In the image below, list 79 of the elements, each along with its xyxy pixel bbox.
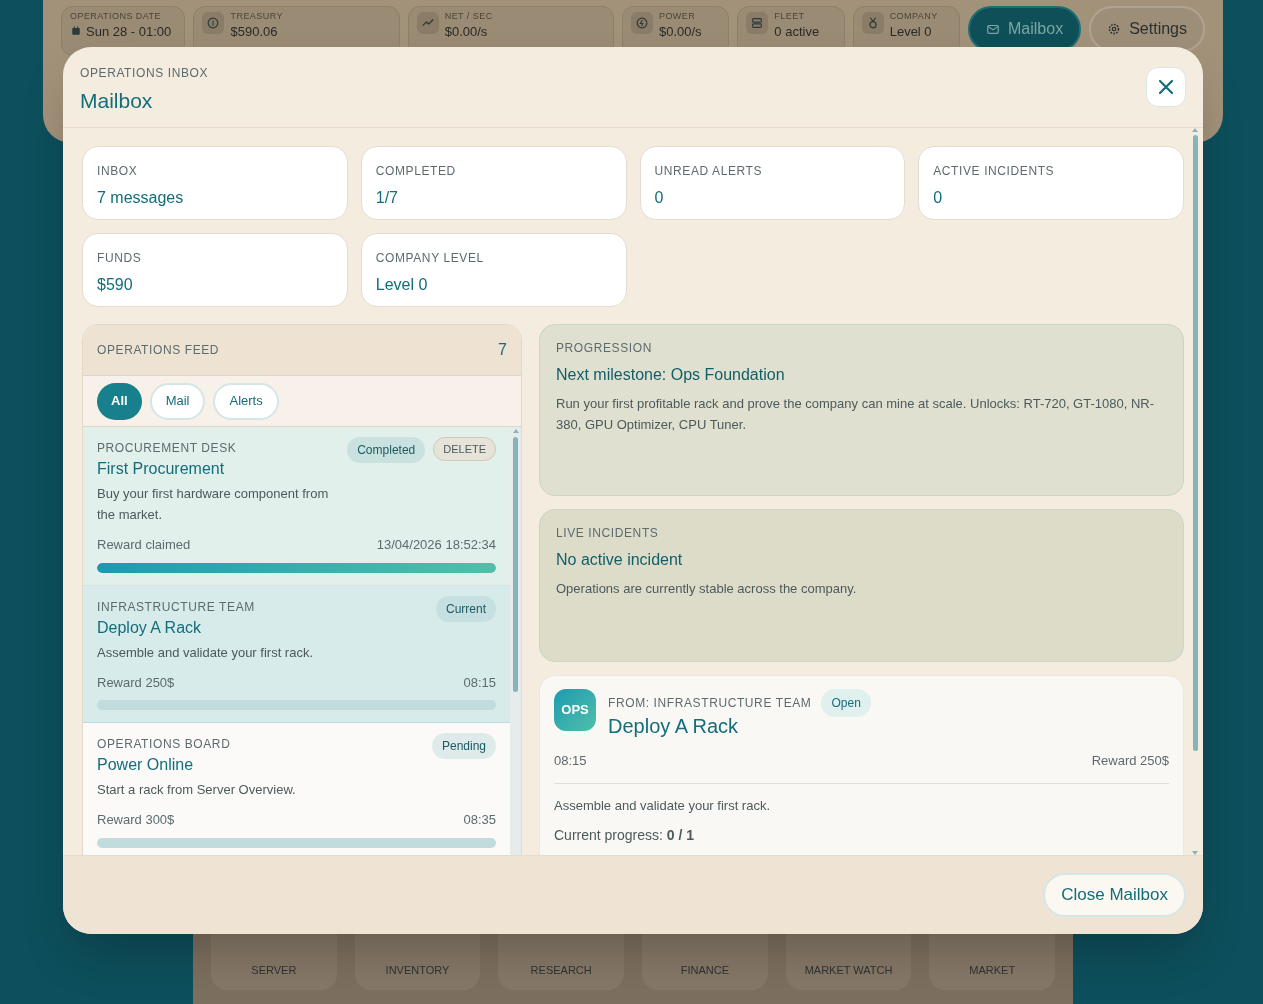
modal-title: Mailbox [80, 88, 154, 114]
message-reward: Reward 250$ [1091, 752, 1169, 770]
status-label: FLEET [774, 10, 806, 23]
close-icon [1158, 79, 1174, 95]
stat-value: 1/7 [375, 188, 399, 208]
filter-tab[interactable]: Mail [149, 382, 206, 420]
card-label: LIVE INCIDENTS [556, 525, 660, 542]
mail-icon [986, 22, 1001, 36]
message-body: Assemble and validate your first rack. [554, 796, 772, 815]
item-time: 08:15 [463, 673, 497, 692]
modal-eyebrow: OPERATIONS INBOX [80, 65, 209, 82]
status-badge: Current [436, 595, 497, 622]
calendar-icon [70, 25, 82, 37]
status-value: Level 0 [889, 23, 932, 39]
top-nav-button[interactable]: Settings [1089, 6, 1205, 52]
status-label: TREASURY [230, 10, 283, 23]
item-body: Buy your first hardware component from the market. [97, 485, 330, 524]
coin-icon [206, 16, 221, 30]
item-reward: Reward 250$ [97, 673, 175, 692]
status-value: $0.00/s [444, 23, 488, 39]
status-label: NET / SEC [444, 10, 493, 23]
scrollbar[interactable] [510, 427, 521, 855]
stat-value: Level 0 [375, 275, 429, 295]
card-title: No active incident [556, 550, 684, 570]
item-reward: Reward claimed [97, 536, 191, 554]
stat-label: UNREAD ALERTS [654, 163, 764, 180]
status-label: OPERATIONS DATE [70, 10, 162, 23]
item-title: Deploy A Rack [97, 617, 203, 638]
message-title: Deploy A Rack [608, 714, 740, 739]
stat-label: ACTIVE INCIDENTS [933, 163, 1056, 180]
card-body: Operations are currently stable across the company. [556, 580, 858, 598]
item-sender: INFRASTRUCTURE TEAM [97, 598, 255, 616]
card-title: Next milestone: Ops Foundation [556, 365, 786, 385]
stat-label: FUNDS [97, 250, 143, 267]
avatar: OPS [554, 689, 596, 731]
status-value: Sun 28 - 01:00 [86, 23, 172, 39]
stat-value: 7 messages [97, 188, 185, 208]
item-title: First Procurement [97, 459, 226, 479]
stat-value: 0 [654, 188, 665, 208]
item-sender: OPERATIONS BOARD [97, 736, 231, 753]
stat-label: INBOX [97, 163, 139, 180]
status-value: $590.06 [230, 23, 278, 39]
status-label: POWER [658, 10, 697, 23]
status-value: 0 active [774, 23, 820, 39]
feed-item[interactable]: INFRASTRUCTURE TEAM Current Deploy A Rack Assemble and validate your first rack. Reward 250$ 08:15 [83, 585, 511, 723]
item-body: Start a rack from Server Overview. [97, 781, 297, 799]
card-label: PROGRESSION [556, 340, 653, 357]
stat-value: 0 [933, 188, 944, 208]
card-body: Run your first profitable rack and prove the company can mine at scale. Unlocks: RT-720, GT-1080, NR-380, GPU Optimizer, CPU Tuner. [556, 395, 1156, 434]
progress-text: Current progress: 0 / 1 [554, 826, 696, 845]
filter-tab[interactable]: All [97, 382, 142, 420]
status-badge: Open [821, 689, 871, 717]
stat-value: $590 [97, 275, 134, 295]
item-sender: PROCUREMENT DESK [97, 440, 237, 457]
feed-item[interactable]: OPERATIONS BOARD Pending Power Online Start a rack from Server Overview. Reward 300$ 08:35 [83, 723, 511, 855]
bolt-icon [634, 16, 649, 30]
settings-icon [1107, 22, 1122, 36]
close-mailbox-button[interactable]: Close Mailbox [1043, 873, 1186, 917]
message-time: 08:15 [554, 752, 587, 770]
item-time: 13/04/2026 18:52:34 [376, 536, 497, 554]
status-value: $0.00/s [658, 23, 702, 39]
feed-count: 7 [498, 340, 507, 360]
feed-title: OPERATIONS FEED [97, 342, 220, 359]
stat-label: COMPANY LEVEL [375, 250, 485, 267]
delete-button[interactable]: DELETE [433, 437, 497, 461]
status-badge: Completed [347, 437, 426, 463]
server-icon [750, 16, 765, 30]
filter-tab[interactable]: Alerts [213, 382, 279, 420]
close-button[interactable] [1146, 67, 1186, 107]
item-time: 08:35 [463, 811, 497, 829]
scrollbar[interactable] [1191, 128, 1199, 855]
stat-label: COMPLETED [375, 163, 457, 180]
item-title: Power Online [97, 755, 195, 775]
item-reward: Reward 300$ [97, 811, 175, 829]
status-badge: Pending [432, 733, 497, 759]
feed-item[interactable]: PROCUREMENT DESK Completed DELETE First Procurement Buy your first hardware component from the market. Reward claimed 13/04/2026 18:52:34 [83, 427, 511, 586]
status-label: COMPANY [889, 10, 938, 23]
item-body: Assemble and validate your first rack. [97, 643, 315, 662]
message-sender: FROM: INFRASTRUCTURE TEAM [608, 695, 812, 712]
